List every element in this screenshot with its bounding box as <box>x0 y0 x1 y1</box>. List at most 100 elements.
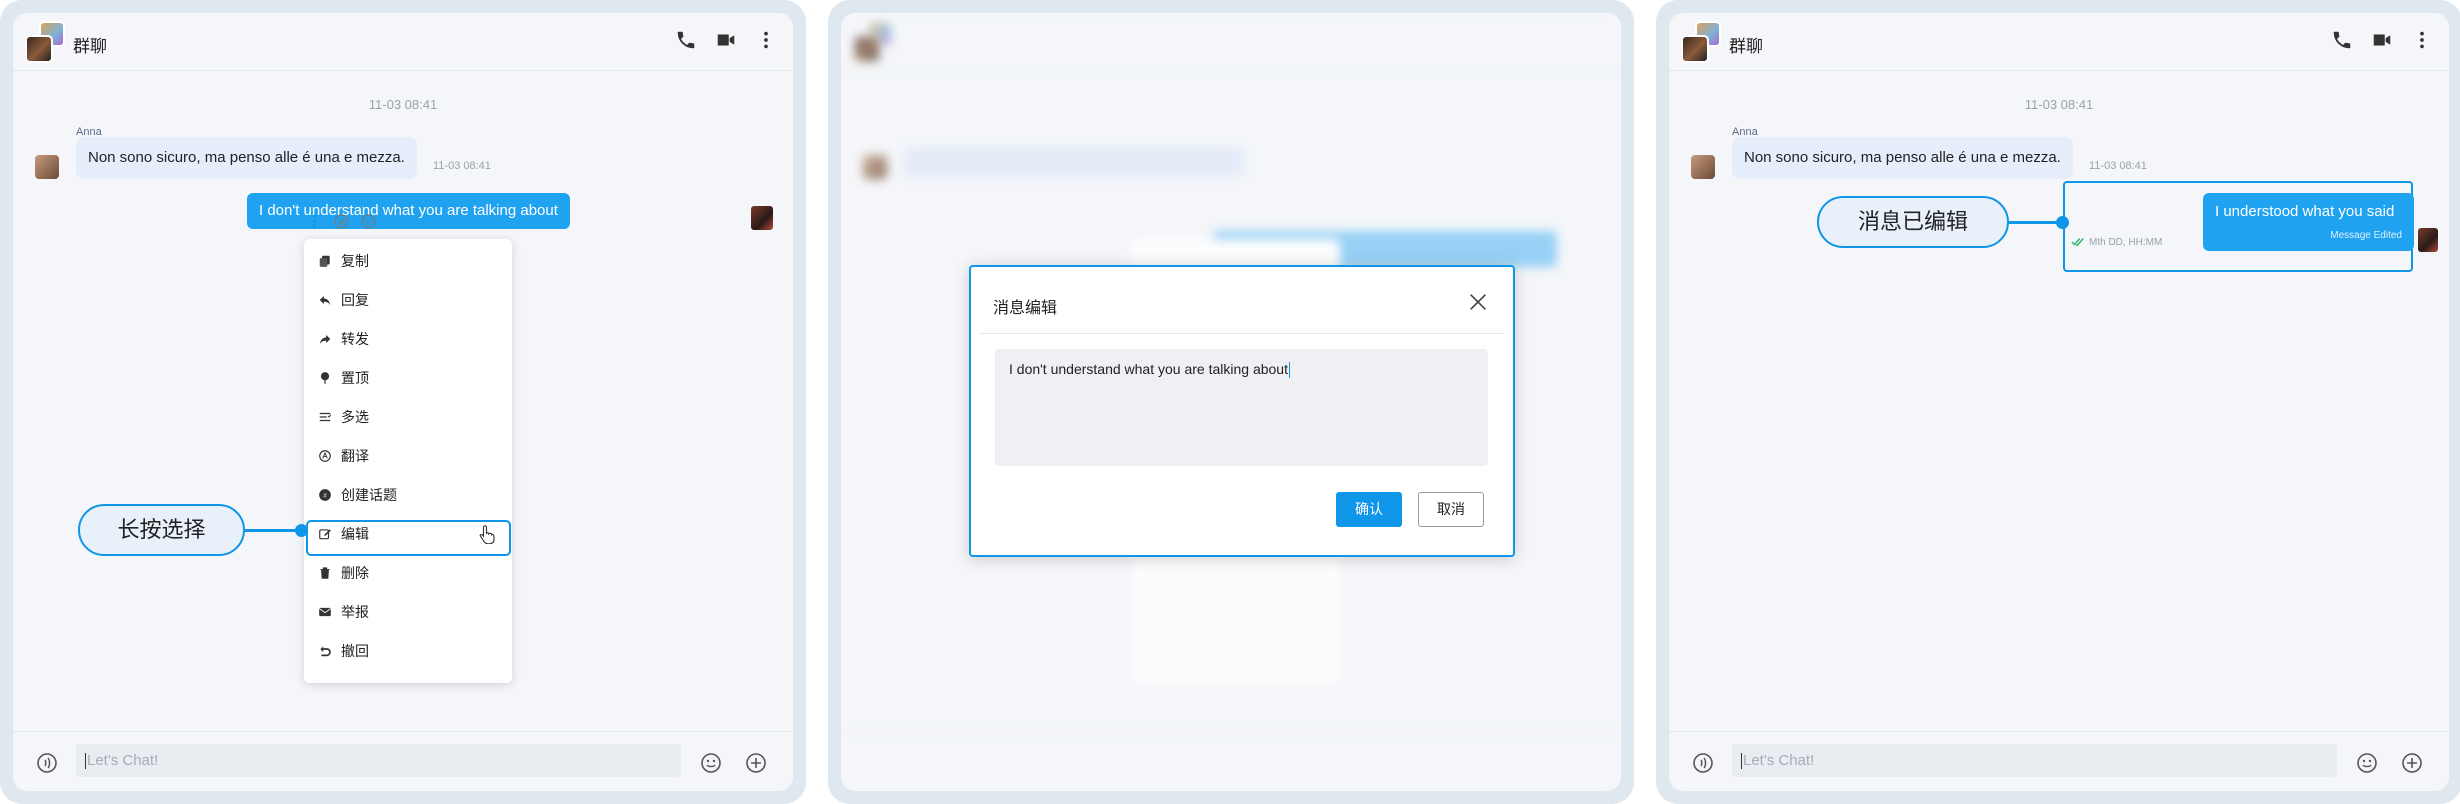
trash-icon <box>318 566 332 580</box>
more-vertical-icon[interactable] <box>306 213 323 230</box>
pin-icon <box>318 371 332 385</box>
menu-item-label: 置顶 <box>341 369 369 386</box>
chat-screen: 消息编辑 I don't understand what you are tal… <box>841 13 1621 791</box>
voice-icon[interactable] <box>1691 751 1715 775</box>
video-icon[interactable] <box>715 29 737 51</box>
menu-item-create-topic[interactable]: # 创建话题 <box>304 475 512 514</box>
message-input[interactable]: Let's Chat! <box>1732 744 2337 777</box>
date-divider: 11-03 08:41 <box>2024 97 2094 112</box>
callout-message-edited: 消息已编辑 <box>1817 196 2009 248</box>
message-status-time: Mth DD, HH:MM <box>2089 237 2163 248</box>
selected-item-highlight <box>306 520 511 556</box>
emoji-icon[interactable] <box>699 751 723 775</box>
incoming-message[interactable]: Non sono sicuro, ma penso alle é una e m… <box>76 137 417 179</box>
chat-title: 群聊 <box>73 37 107 56</box>
message-actions: @ <box>306 213 377 230</box>
recall-icon <box>318 644 332 658</box>
chat-header <box>841 13 1621 71</box>
input-placeholder: Let's Chat! <box>87 752 159 769</box>
group-avatar <box>853 21 895 63</box>
menu-item-label: 多选 <box>341 408 369 425</box>
menu-item-label: 删除 <box>341 564 369 581</box>
menu-item-delete[interactable]: 删除 <box>304 553 512 592</box>
chat-header: 群聊 <box>1669 13 2449 71</box>
menu-item-label: 撤回 <box>341 642 369 659</box>
panel-message-edited: 群聊 11-03 08:41 Anna Non sono sicuro, ma … <box>1656 0 2460 804</box>
translate-icon <box>318 449 332 463</box>
message-time: 11-03 08:41 <box>433 160 491 172</box>
cancel-button[interactable]: 取消 <box>1418 492 1484 527</box>
forward-icon <box>318 332 332 346</box>
callout-long-press: 长按选择 <box>78 504 245 556</box>
phone-icon[interactable] <box>2331 29 2353 51</box>
chat-screen: 群聊 11-03 08:41 Anna Non sono sicuro, ma … <box>13 13 793 791</box>
menu-item-copy[interactable]: 复制 <box>304 241 512 280</box>
chat-title: 群聊 <box>1729 37 1763 56</box>
report-icon <box>318 605 332 619</box>
menu-item-label: 复制 <box>341 252 369 269</box>
sender-avatar[interactable] <box>35 155 59 179</box>
message-input[interactable]: Let's Chat! <box>76 744 681 777</box>
dialog-title: 消息编辑 <box>993 300 1058 317</box>
menu-item-label: 举报 <box>341 603 369 620</box>
input-bar: Let's Chat! <box>1669 731 2449 791</box>
emoji-icon[interactable] <box>2355 751 2379 775</box>
message-status: Mth DD, HH:MM <box>2071 237 2162 248</box>
outgoing-message[interactable]: I don't understand what you are talking … <box>247 193 570 229</box>
close-icon[interactable] <box>1467 291 1489 313</box>
double-check-icon <box>2071 237 2085 247</box>
sender-avatar <box>863 155 887 179</box>
phone-icon[interactable] <box>675 29 697 51</box>
topic-icon: # <box>318 488 332 502</box>
add-icon[interactable] <box>744 751 768 775</box>
menu-item-report[interactable]: 举报 <box>304 592 512 631</box>
self-avatar[interactable] <box>751 206 773 230</box>
self-avatar[interactable] <box>2418 228 2438 252</box>
multi-select-icon <box>318 410 332 424</box>
menu-item-label: 创建话题 <box>341 486 397 503</box>
callout-dot <box>295 524 308 537</box>
edited-flag: Message Edited <box>2330 230 2402 241</box>
edit-dialog: 消息编辑 I don't understand what you are tal… <box>969 265 1515 557</box>
svg-text:@: @ <box>338 217 346 226</box>
confirm-button[interactable]: 确认 <box>1336 492 1402 527</box>
date-divider: 11-03 08:41 <box>368 97 438 112</box>
copy-icon <box>318 254 332 268</box>
edited-message[interactable]: I understood what you said Message Edite… <box>2203 193 2414 251</box>
divider <box>979 333 1505 334</box>
menu-item-pin[interactable]: 置顶 <box>304 358 512 397</box>
edited-message-text: I understood what you said <box>2215 203 2395 220</box>
more-vertical-icon[interactable] <box>755 29 777 51</box>
menu-item-forward[interactable]: 转发 <box>304 319 512 358</box>
panel-edit-dialog: 消息编辑 I don't understand what you are tal… <box>828 0 1634 804</box>
context-menu: 复制 回复 转发 置顶 多选 翻译 # 创建话题 编辑 删除 举报 撤回 <box>304 239 512 683</box>
message-time: 11-03 08:41 <box>2089 160 2147 172</box>
sender-avatar[interactable] <box>1691 155 1715 179</box>
edit-textarea[interactable]: I don't understand what you are talking … <box>995 349 1488 466</box>
chat-header: 群聊 <box>13 13 793 71</box>
video-icon[interactable] <box>2371 29 2393 51</box>
group-avatar[interactable] <box>25 21 67 63</box>
more-vertical-icon[interactable] <box>2411 29 2433 51</box>
input-placeholder: Let's Chat! <box>1743 752 1815 769</box>
menu-item-multi-select[interactable]: 多选 <box>304 397 512 436</box>
input-bar: Let's Chat! <box>13 731 793 791</box>
panel-long-press: 群聊 11-03 08:41 Anna Non sono sicuro, ma … <box>0 0 806 804</box>
reply-icon <box>318 293 332 307</box>
svg-text:#: # <box>323 492 327 499</box>
incoming-message[interactable]: Non sono sicuro, ma penso alle é una e m… <box>1732 137 2073 179</box>
menu-item-recall[interactable]: 撤回 <box>304 631 512 670</box>
menu-item-reply[interactable]: 回复 <box>304 280 512 319</box>
callout-dot <box>2056 216 2069 229</box>
incoming-message-blurred <box>904 147 1244 177</box>
group-avatar[interactable] <box>1681 21 1723 63</box>
chat-screen: 群聊 11-03 08:41 Anna Non sono sicuro, ma … <box>1669 13 2449 791</box>
add-icon[interactable] <box>2400 751 2424 775</box>
emoji-icon[interactable] <box>360 213 377 230</box>
voice-icon[interactable] <box>35 751 59 775</box>
menu-item-label: 回复 <box>341 291 369 308</box>
mention-icon[interactable]: @ <box>333 213 350 230</box>
menu-item-label: 转发 <box>341 330 369 347</box>
input-bar-blurred <box>841 731 1621 791</box>
menu-item-translate[interactable]: 翻译 <box>304 436 512 475</box>
